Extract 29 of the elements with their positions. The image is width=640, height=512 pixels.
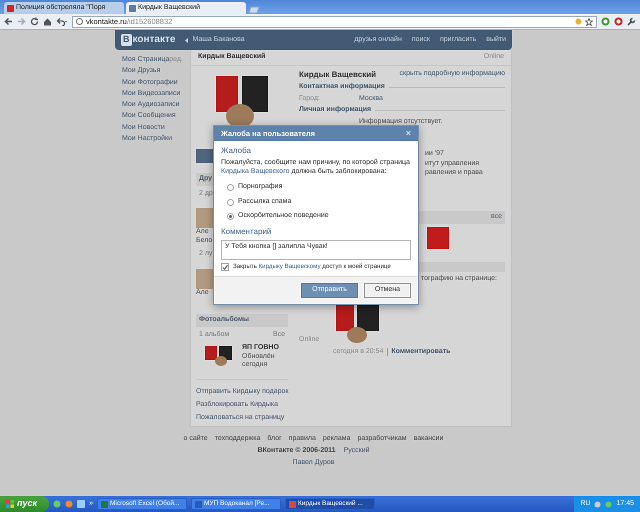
album-thumbnail-drawing[interactable] [204,344,234,366]
checkbox[interactable] [221,263,229,272]
new-tab-icon[interactable] [248,6,260,14]
favicon-icon [7,4,14,12]
section-title: Комментарий [221,227,272,238]
site-logo[interactable]: В контакте [121,34,176,46]
reload-icon[interactable] [30,17,39,26]
windows-logo-icon [6,500,14,508]
friend-photo [196,208,214,228]
profile-name: Кирдык Ващевский [299,70,376,80]
app-icon [100,500,108,508]
radio-button[interactable] [227,184,234,191]
friend-photo [196,268,214,288]
home-icon[interactable] [43,17,52,26]
caret-icon [185,38,188,42]
back-icon[interactable] [4,17,13,26]
star-icon[interactable] [585,18,593,26]
close-button[interactable]: × [406,129,411,138]
radio-button[interactable] [227,198,234,206]
section-title: Жалоба [221,146,252,156]
app-icon [194,500,202,508]
favicon-icon [129,4,136,12]
radio-button[interactable] [227,213,234,220]
undo-icon[interactable] [56,17,68,26]
wrench-icon[interactable] [627,17,636,26]
photo-placeholder [427,226,449,249]
app-icon [288,500,296,508]
start-button[interactable]: пуск [0,496,50,512]
forward-icon[interactable] [17,17,26,26]
